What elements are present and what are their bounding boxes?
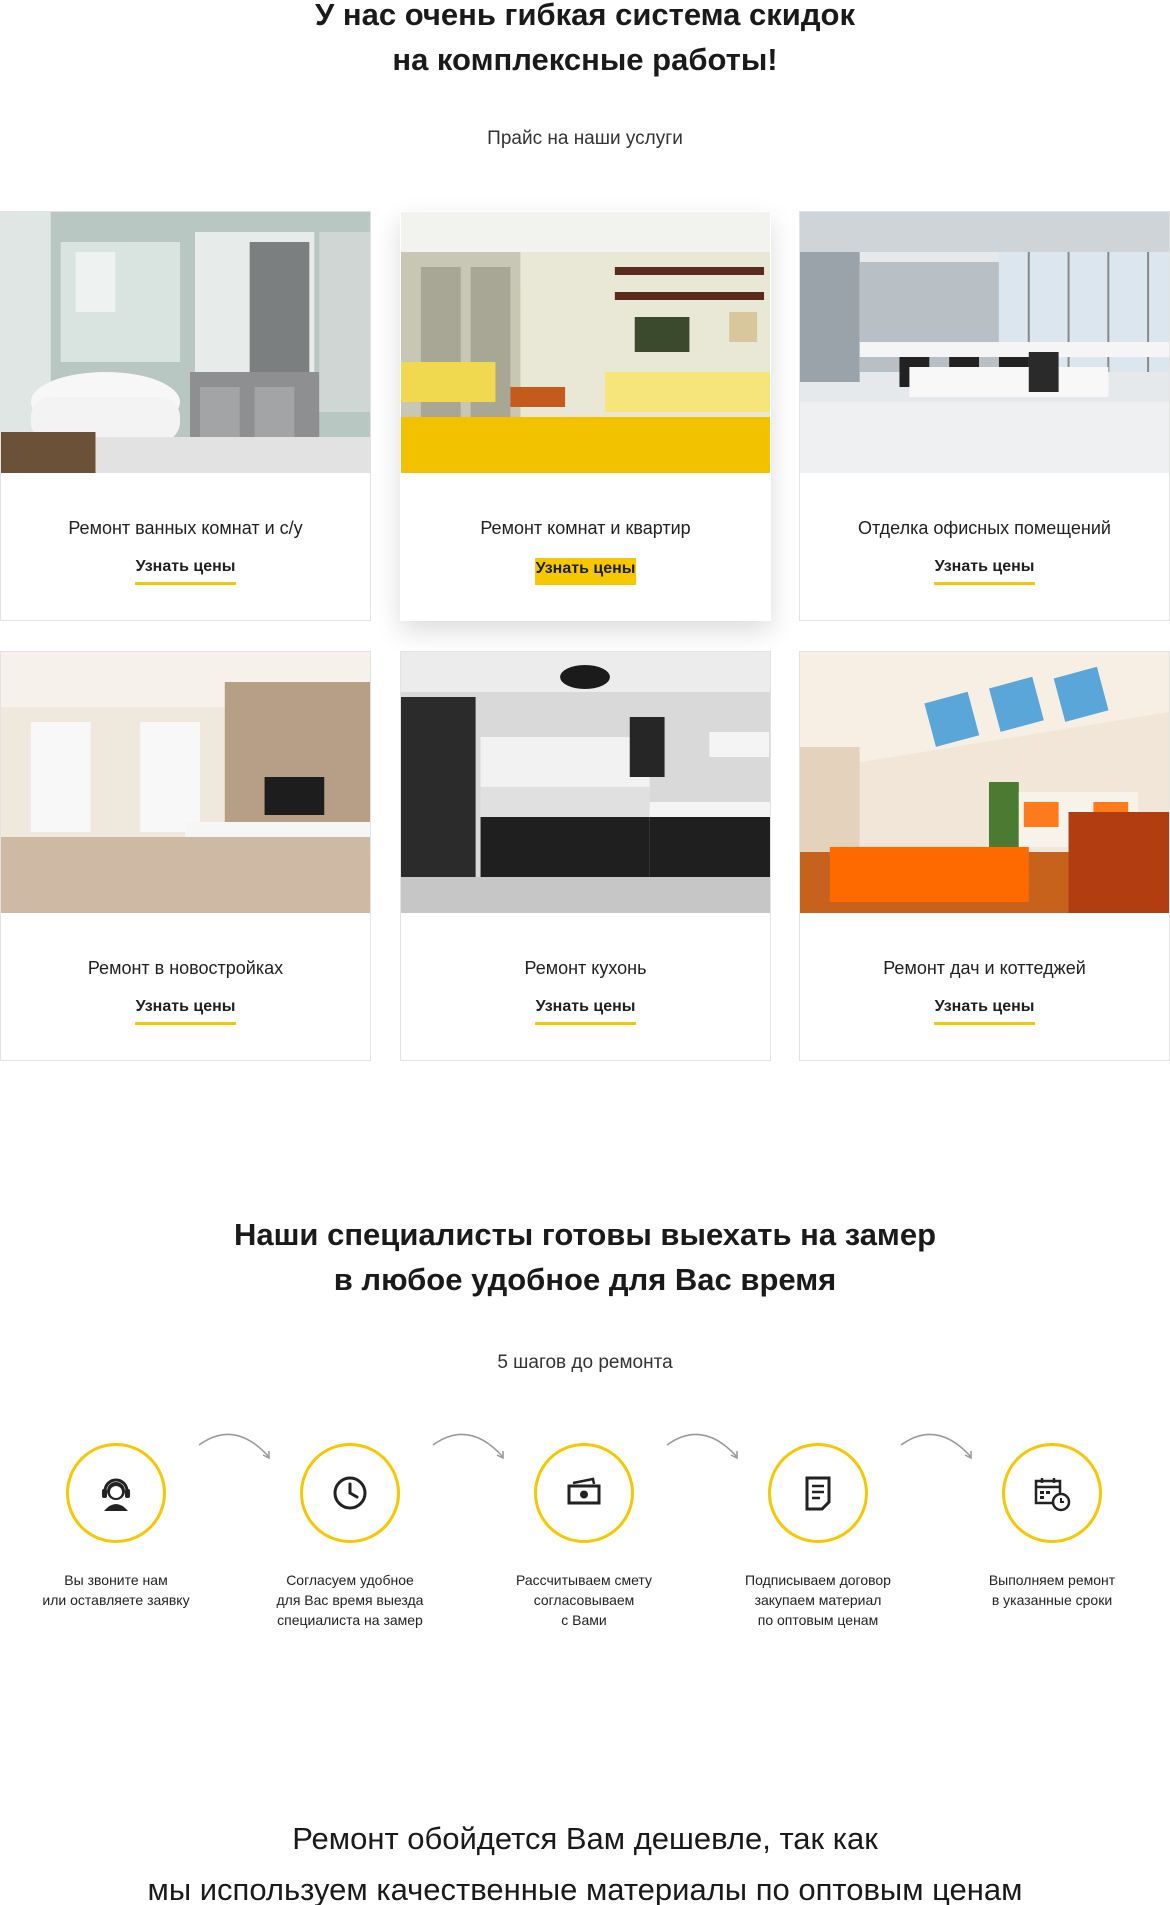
- service-title: Ремонт дач и коттеджей: [883, 958, 1086, 978]
- step-text-line: Вы звоните нам: [64, 1572, 168, 1588]
- step-text-line: согласовываем: [533, 1592, 635, 1608]
- step-1-text: Вы звоните нам или оставляете заявку: [16, 1570, 216, 1610]
- step-1-circle: [66, 1443, 166, 1543]
- service-title: Отделка офисных помещений: [858, 518, 1111, 538]
- step-5-circle: [1002, 1443, 1102, 1543]
- document-icon: [805, 1476, 831, 1511]
- step-text-line: в указанные сроки: [991, 1592, 1113, 1608]
- step-arrow-icon: [432, 1433, 504, 1460]
- step-text-line: Подписываем договор: [745, 1572, 891, 1588]
- service-card-kitchens[interactable]: Ремонт кухонь Узнать цены: [400, 651, 771, 1061]
- service-title: Ремонт комнат и квартир: [480, 518, 691, 538]
- service-card-office[interactable]: Отделка офисных помещений Узнать цены: [799, 211, 1170, 621]
- price-subtitle: Прайс на наши услуги: [487, 128, 683, 149]
- step-text-line: закупаем материал: [754, 1592, 882, 1608]
- price-link[interactable]: Узнать цены: [534, 998, 637, 1025]
- step-3-circle: [534, 1443, 634, 1543]
- step-arrow-icon: [666, 1433, 738, 1460]
- cheaper-statement: Ремонт обойдется Вам дешевле, так как мы…: [0, 1813, 1170, 1905]
- service-card-bathroom[interactable]: Ремонт ванных комнат и с/у Узнать цены: [0, 211, 371, 621]
- step-text-line: Рассчитываем смету: [516, 1572, 652, 1588]
- step-text-line: Согласуем удобное: [286, 1572, 414, 1588]
- step-text-line: для Вас время выезда: [276, 1592, 424, 1608]
- step-text-line: или оставляете заявку: [42, 1592, 190, 1608]
- cottage-photo: [800, 652, 1169, 913]
- service-card-cottages[interactable]: Ремонт дач и коттеджей Узнать цены: [799, 651, 1170, 1061]
- discount-title-line2: на комплексные работы!: [392, 42, 778, 77]
- money-icon: [567, 1477, 601, 1505]
- new-building-photo: [1, 652, 370, 913]
- step-text-line: специалиста на замер: [277, 1612, 423, 1628]
- step-arrow-icon: [198, 1433, 270, 1460]
- cheaper-statement-line2: мы используем качественные материалы по …: [147, 1872, 1023, 1905]
- step-arrow-icon: [900, 1433, 972, 1460]
- step-5-text: Выполняем ремонт в указанные сроки: [952, 1570, 1152, 1610]
- cheaper-statement-line1: Ремонт обойдется Вам дешевле, так как: [292, 1821, 878, 1856]
- price-link[interactable]: Узнать цены: [534, 558, 637, 585]
- step-text-line: по оптовым ценам: [757, 1612, 879, 1628]
- steps-subtitle: 5 шагов до ремонта: [497, 1352, 673, 1373]
- steps-title: Наши специалисты готовы выехать на замер…: [0, 1212, 1170, 1302]
- steps-title-line2: в любое удобное для Вас время: [333, 1262, 837, 1297]
- operator-headset-icon: [102, 1478, 130, 1511]
- step-4-text: Подписываем договор закупаем материал по…: [718, 1570, 918, 1630]
- service-title: Ремонт в новостройках: [87, 958, 284, 978]
- calendar-clock-icon: [1034, 1478, 1071, 1512]
- price-link[interactable]: Узнать цены: [933, 998, 1036, 1025]
- office-photo: [800, 212, 1169, 473]
- living-room-photo: [401, 212, 770, 473]
- step-3-text: Рассчитываем смету согласовываем с Вами: [484, 1570, 684, 1630]
- clock-icon: [333, 1476, 367, 1510]
- service-title: Ремонт ванных комнат и с/у: [68, 518, 303, 538]
- price-link[interactable]: Узнать цены: [134, 558, 237, 585]
- price-link[interactable]: Узнать цены: [134, 998, 237, 1025]
- step-text-line: Выполняем ремонт: [988, 1572, 1116, 1588]
- service-card-rooms[interactable]: Ремонт комнат и квартир Узнать цены: [400, 211, 771, 621]
- discount-title: У нас очень гибкая система скидок на ком…: [0, 0, 1170, 82]
- step-2-circle: [300, 1443, 400, 1543]
- step-4-circle: [768, 1443, 868, 1543]
- service-card-new-buildings[interactable]: Ремонт в новостройках Узнать цены: [0, 651, 371, 1061]
- service-title: Ремонт кухонь: [524, 958, 647, 978]
- steps-title-line1: Наши специалисты готовы выехать на замер: [233, 1217, 937, 1252]
- price-link[interactable]: Узнать цены: [933, 558, 1036, 585]
- bathroom-photo: [1, 212, 370, 473]
- step-text-line: с Вами: [561, 1612, 607, 1628]
- discount-title-line1: У нас очень гибкая система скидок: [315, 0, 855, 32]
- step-2-text: Согласуем удобное для Вас время выезда с…: [250, 1570, 450, 1630]
- kitchen-photo: [401, 652, 770, 913]
